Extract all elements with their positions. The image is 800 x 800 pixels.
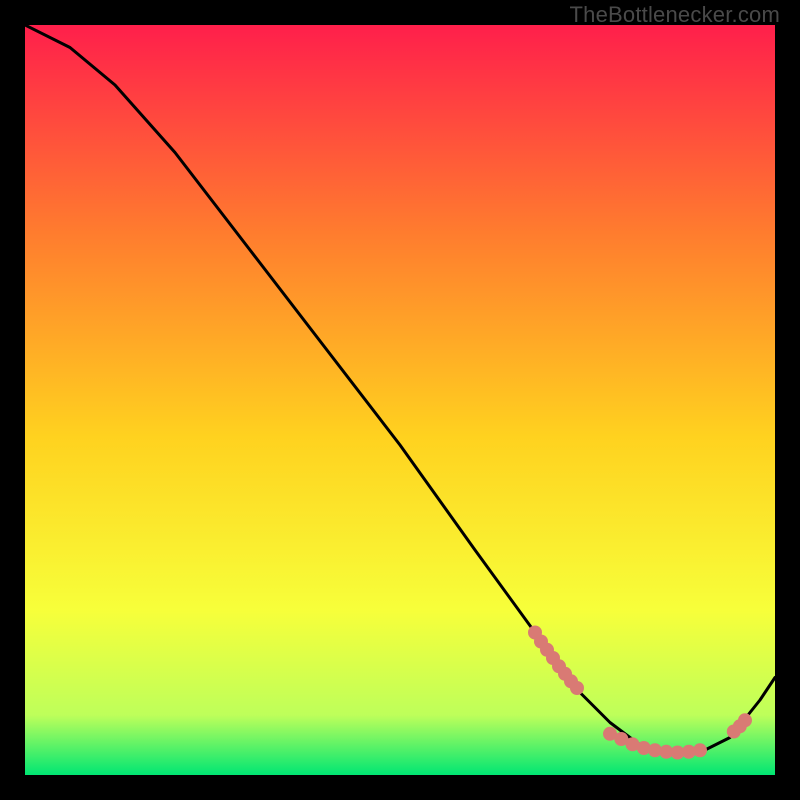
chart-frame: TheBottlenecker.com — [0, 0, 800, 800]
gradient-background — [25, 25, 775, 775]
data-marker — [693, 743, 707, 757]
plot-area — [25, 25, 775, 775]
data-marker — [738, 713, 752, 727]
chart-svg — [25, 25, 775, 775]
data-marker — [570, 681, 584, 695]
